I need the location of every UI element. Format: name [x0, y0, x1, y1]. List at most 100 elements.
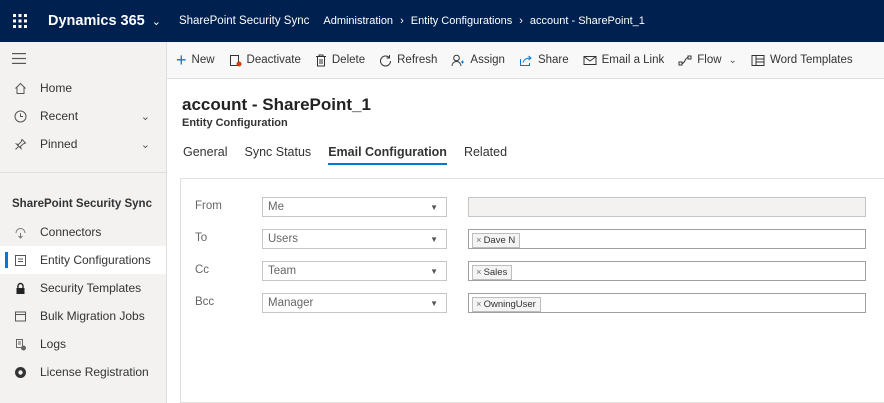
bcc-row: Bcc Manager ▼ × OwningUser	[181, 293, 884, 315]
tab-list: General Sync Status Email Configuration …	[183, 145, 524, 165]
dropdown-arrow-icon: ▼	[430, 267, 438, 276]
sidebar-item-home[interactable]: Home	[0, 74, 166, 102]
window-icon	[12, 308, 28, 324]
chevron-down-icon[interactable]: ⌄	[141, 138, 150, 151]
hamburger-menu-icon[interactable]	[0, 42, 166, 74]
tab-related[interactable]: Related	[464, 145, 507, 165]
remove-tag-icon[interactable]: ×	[476, 267, 482, 278]
email-link-button-label: Email a Link	[601, 54, 665, 66]
assign-button[interactable]: Assign	[451, 54, 505, 67]
plus-icon: +	[176, 50, 187, 70]
dropdown-arrow-icon: ▼	[430, 203, 438, 212]
lock-icon	[12, 280, 28, 296]
to-recipients-field[interactable]: × Dave N	[468, 229, 866, 249]
sidebar-item-recent[interactable]: Recent ⌄	[0, 102, 166, 130]
bcc-select-value: Manager	[268, 297, 314, 309]
remove-tag-icon[interactable]: ×	[476, 235, 482, 246]
chevron-right-icon: ›	[519, 15, 523, 27]
sidebar-item-label: Connectors	[40, 225, 102, 239]
deactivate-button-label: Deactivate	[246, 54, 301, 66]
sidebar-item-connectors[interactable]: Connectors	[0, 218, 166, 246]
refresh-button[interactable]: Refresh	[379, 54, 437, 67]
from-recipients-field	[468, 197, 866, 217]
top-navigation-bar: Dynamics 365 ⌄ SharePoint Security Sync …	[0, 0, 884, 42]
sidebar-item-bulk-migration-jobs[interactable]: Bulk Migration Jobs	[0, 302, 166, 330]
command-bar: + New Deactivate Delete Refresh Assign S…	[167, 42, 884, 79]
clock-icon	[12, 108, 28, 124]
refresh-button-label: Refresh	[397, 54, 438, 66]
recipient-tag-label: Dave N	[483, 235, 516, 246]
chevron-down-icon: ⌄	[151, 15, 161, 28]
log-icon	[12, 336, 28, 352]
cc-select[interactable]: Team ▼	[262, 261, 447, 281]
share-button[interactable]: Share	[519, 54, 569, 67]
to-label: To	[195, 232, 208, 244]
tab-email-configuration[interactable]: Email Configuration	[328, 145, 447, 165]
recipient-tag: × Dave N	[472, 233, 521, 248]
sidebar-item-label: Entity Configurations	[40, 253, 151, 267]
sidebar-item-label: Bulk Migration Jobs	[40, 309, 145, 323]
sidebar-item-security-templates[interactable]: Security Templates	[0, 274, 166, 302]
email-configuration-panel: From Me ▼ To Users ▼ × Dave N Cc Team ▼ …	[180, 178, 884, 403]
recipient-tag: × OwningUser	[472, 297, 541, 312]
sidebar-item-pinned[interactable]: Pinned ⌄	[0, 130, 166, 158]
app-launcher-icon[interactable]	[0, 0, 40, 42]
from-row: From Me ▼	[181, 197, 884, 219]
sidebar-item-entity-configurations[interactable]: Entity Configurations	[0, 246, 166, 274]
recipient-tag-label: Sales	[483, 267, 508, 278]
bcc-recipients-field[interactable]: × OwningUser	[468, 293, 866, 313]
cc-label: Cc	[195, 264, 210, 276]
flow-icon	[678, 54, 692, 67]
pin-icon	[12, 136, 28, 152]
sidebar: Home Recent ⌄ Pinned ⌄ SharePoint Securi…	[0, 42, 167, 403]
word-templates-button-label: Word Templates	[769, 54, 853, 66]
breadcrumb-item-entity-configurations[interactable]: Entity Configurations	[411, 15, 513, 27]
new-button[interactable]: + New	[176, 50, 215, 70]
app-switcher[interactable]: Dynamics 365 ⌄	[40, 0, 173, 42]
breadcrumb-item-administration[interactable]: Administration	[323, 15, 393, 27]
dropdown-arrow-icon: ▼	[430, 235, 438, 244]
word-templates-button[interactable]: Word Templates	[751, 54, 853, 67]
breadcrumb: Administration › Entity Configurations ›…	[323, 15, 645, 27]
sidebar-group-title: SharePoint Security Sync	[0, 172, 166, 218]
flow-button[interactable]: Flow ⌄	[678, 54, 737, 67]
app-module-name[interactable]: SharePoint Security Sync	[173, 15, 323, 27]
app-name: Dynamics 365	[48, 13, 145, 29]
cc-row: Cc Team ▼ × Sales	[181, 261, 884, 283]
tab-general[interactable]: General	[183, 145, 227, 165]
to-select-value: Users	[268, 233, 299, 245]
deactivate-icon	[229, 54, 242, 67]
to-select[interactable]: Users ▼	[262, 229, 447, 249]
sidebar-item-label: Recent	[40, 109, 79, 123]
badge-icon	[12, 364, 28, 380]
refresh-icon	[379, 54, 392, 67]
sidebar-item-license-registration[interactable]: License Registration	[0, 358, 166, 386]
from-label: From	[195, 200, 222, 212]
home-icon	[12, 80, 28, 96]
deactivate-button[interactable]: Deactivate	[229, 54, 301, 67]
remove-tag-icon[interactable]: ×	[476, 299, 482, 310]
assign-button-label: Assign	[470, 54, 505, 66]
email-link-icon	[583, 54, 597, 67]
email-link-button[interactable]: Email a Link	[583, 54, 665, 67]
bcc-select[interactable]: Manager ▼	[262, 293, 447, 313]
chevron-right-icon: ›	[400, 15, 404, 27]
chevron-down-icon[interactable]: ⌄	[141, 110, 150, 123]
page-title: account - SharePoint_1	[182, 95, 371, 114]
tab-sync-status[interactable]: Sync Status	[244, 145, 311, 165]
trash-icon	[315, 54, 327, 67]
main-content: account - SharePoint_1 Entity Configurat…	[167, 79, 884, 403]
cc-recipients-field[interactable]: × Sales	[468, 261, 866, 281]
sidebar-item-label: Logs	[40, 337, 67, 351]
page-subtitle: Entity Configuration	[182, 117, 288, 129]
sidebar-item-label: Home	[40, 81, 73, 95]
share-icon	[519, 54, 533, 67]
delete-button[interactable]: Delete	[315, 54, 365, 67]
assign-person-icon	[451, 54, 465, 67]
sidebar-item-logs[interactable]: Logs	[0, 330, 166, 358]
dropdown-arrow-icon: ▼	[430, 299, 438, 308]
share-button-label: Share	[537, 54, 569, 66]
breadcrumb-item-record[interactable]: account - SharePoint_1	[530, 15, 645, 27]
from-select[interactable]: Me ▼	[262, 197, 447, 217]
flow-button-label: Flow	[697, 54, 722, 66]
